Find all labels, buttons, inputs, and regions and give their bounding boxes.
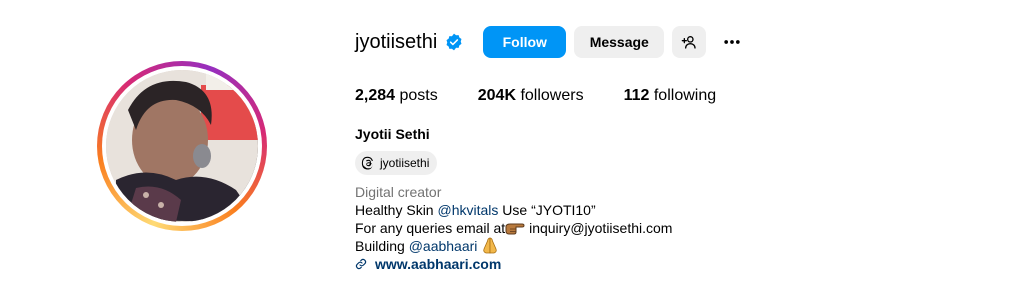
verified-badge-icon <box>446 33 462 50</box>
website-url[interactable]: www.aabhaari.com <box>375 255 501 273</box>
link-icon <box>355 258 367 270</box>
profile-stats: 2,284 posts 204K followers 112 following <box>355 86 756 106</box>
posts-label: posts <box>399 87 438 104</box>
suggested-users-button[interactable] <box>672 25 707 58</box>
posts-stat: 2,284 posts <box>355 86 438 106</box>
category-label: Digital creator <box>355 184 442 200</box>
avatar-story-ring[interactable] <box>97 61 267 231</box>
bio-line-3: Building @aabhaari <box>355 237 672 255</box>
profile-header: jyotiisethi Follow Message <box>355 25 748 58</box>
full-name: Jyotii Sethi <box>355 126 430 142</box>
bio-email: inquiry@jyotiisethi.com <box>525 220 673 236</box>
website-link[interactable]: www.aabhaari.com <box>355 255 672 273</box>
bio-line-2: For any queries email at inquiry@jyotiis… <box>355 219 672 237</box>
bio-line-1-prefix: Healthy Skin <box>355 202 438 218</box>
more-options-button[interactable] <box>716 26 748 58</box>
followers-label: followers <box>520 87 584 104</box>
followers-count: 204K <box>477 87 516 104</box>
bio-line-1: Healthy Skin @hkvitals Use “JYOTI10” <box>355 201 672 219</box>
following-stat[interactable]: 112 following <box>624 86 717 106</box>
bio: Digital creator Healthy Skin @hkvitals U… <box>355 183 672 273</box>
message-button[interactable]: Message <box>574 25 665 58</box>
threads-badge[interactable]: jyotiisethi <box>355 151 438 175</box>
bio-line-3-prefix: Building <box>355 238 409 254</box>
avatar-frame <box>102 66 262 226</box>
mention-aabhaari[interactable]: @aabhaari <box>409 238 478 254</box>
following-count: 112 <box>623 87 650 104</box>
more-horizontal-icon <box>724 39 740 44</box>
avatar[interactable] <box>106 70 258 222</box>
pointing-hand-emoji <box>505 223 525 235</box>
threads-icon <box>361 156 373 170</box>
following-label: following <box>653 87 717 104</box>
bio-line-1-suffix: Use “JYOTI10” <box>498 202 596 218</box>
add-user-icon <box>681 35 696 49</box>
username: jyotiisethi <box>355 30 438 53</box>
followers-stat[interactable]: 204K followers <box>478 86 584 106</box>
threads-handle: jyotiisethi <box>380 156 430 170</box>
folded-hands-emoji <box>483 237 497 254</box>
bio-line-2-prefix: For any queries email at <box>355 220 506 236</box>
follow-button[interactable]: Follow <box>483 25 567 58</box>
avatar-photo-illustration <box>106 70 258 222</box>
posts-count: 2,284 <box>355 87 396 104</box>
mention-hkvitals[interactable]: @hkvitals <box>437 202 498 218</box>
